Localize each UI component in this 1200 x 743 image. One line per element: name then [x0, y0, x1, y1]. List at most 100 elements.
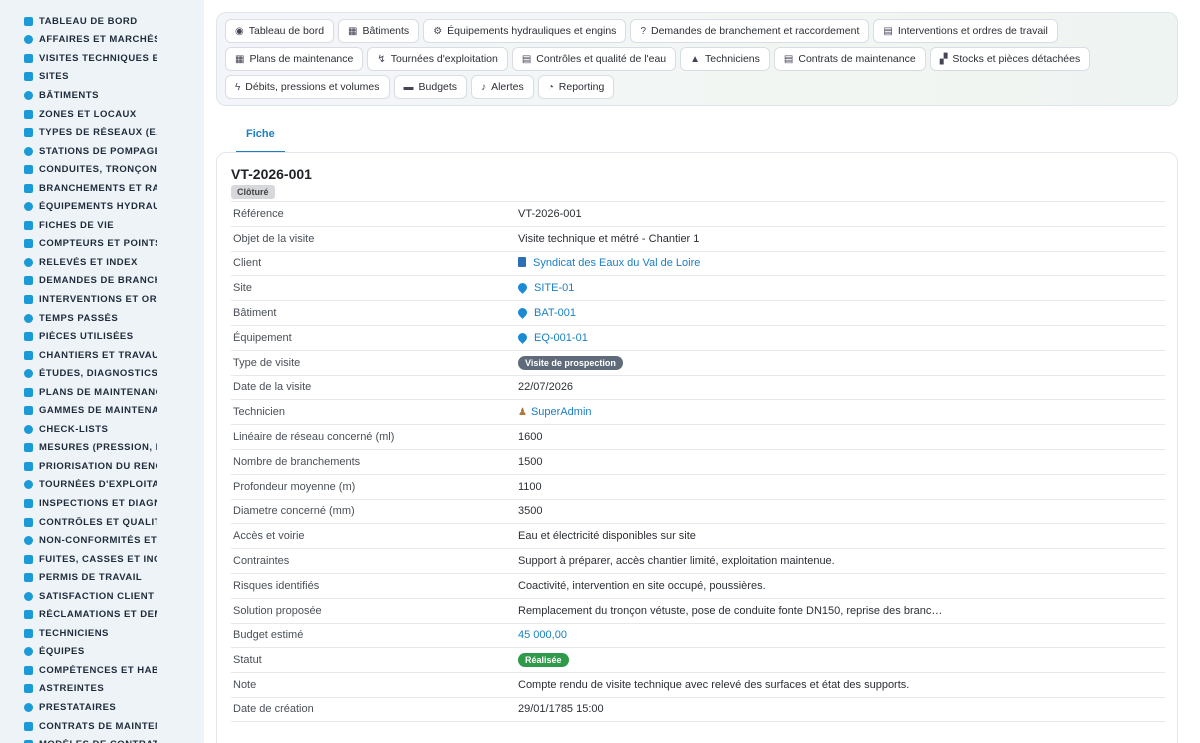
sidebar-item[interactable]: PRIORISATION DU RENOU: [0, 457, 157, 476]
menu-button[interactable]: ϟ Débits, pressions et volumes: [225, 75, 390, 99]
sidebar-item[interactable]: TECHNICIENS: [0, 624, 157, 643]
menu-button[interactable]: ◉ Tableau de bord: [225, 19, 335, 43]
sidebar-item[interactable]: TYPES DE RÉSEAUX (EAU: [0, 123, 157, 142]
certificate-icon: [24, 665, 33, 675]
sidebar-item[interactable]: COMPÉTENCES ET HABIL: [0, 661, 157, 680]
alert-circle-icon: [24, 536, 33, 546]
clock-icon: [24, 313, 33, 323]
clipboard-check-icon: ▤: [521, 53, 532, 65]
sidebar-item[interactable]: GAMMES DE MAINTENAN: [0, 401, 157, 420]
sidebar-item[interactable]: STATIONS DE POMPAGE I: [0, 142, 157, 161]
clipboard-icon: [24, 294, 33, 304]
field-link[interactable]: EQ-001-01: [534, 332, 588, 344]
sidebar-item-label: ÉQUIPEMENTS HYDRAUL: [39, 201, 157, 213]
sidebar-item[interactable]: BÂTIMENTS: [0, 86, 157, 105]
sidebar-item[interactable]: NON-CONFORMITÉS ET A: [0, 531, 157, 550]
hammer-icon: [24, 350, 33, 360]
parts-icon: [24, 332, 33, 342]
sidebar-item[interactable]: SITES: [0, 68, 157, 87]
calendar-icon: ▦: [235, 53, 245, 65]
sidebar-item[interactable]: TABLEAU DE BORD: [0, 12, 157, 31]
sidebar-item[interactable]: COMPTEURS ET POINTS I: [0, 235, 157, 254]
sidebar-item[interactable]: ÉTUDES, DIAGNOSTICS E: [0, 364, 157, 383]
menu-button[interactable]: ▦ Plans de maintenance: [225, 47, 364, 71]
field-label: Note: [233, 679, 257, 692]
sidebar-item[interactable]: ÉQUIPEMENTS HYDRAUL: [0, 197, 157, 216]
sidebar-item[interactable]: ZONES ET LOCAUX: [0, 105, 157, 124]
sidebar-item-label: ZONES ET LOCAUX: [39, 108, 137, 120]
sidebar-item[interactable]: ASTREINTES: [0, 680, 157, 699]
sidebar-item[interactable]: AFFAIRES ET MARCHÉS: [0, 31, 157, 50]
menu-button-label: Reporting: [558, 81, 605, 93]
menu-button-label: Techniciens: [705, 53, 760, 65]
sidebar-item[interactable]: MODÈLES DE CONTRATS: [0, 735, 157, 743]
field-amount: 45 000,00: [518, 629, 567, 642]
cogs-icon: ⚙: [433, 25, 443, 37]
sidebar-item-label: SATISFACTION CLIENT: [39, 590, 155, 602]
field-link[interactable]: SuperAdmin: [531, 406, 592, 418]
sidebar-item[interactable]: CHECK-LISTS: [0, 420, 157, 439]
menu-button[interactable]: ▬ Budgets: [393, 75, 468, 99]
sidebar-item-label: INTERVENTIONS ET ORDI: [39, 293, 157, 305]
field-value: Compte rendu de visite technique avec re…: [518, 679, 910, 692]
clipboard-icon: ▤: [883, 25, 893, 37]
sidebar-item[interactable]: MESURES (PRESSION, DÉ: [0, 439, 157, 458]
user-icon: ♟: [518, 407, 527, 419]
sidebar-item[interactable]: PERMIS DE TRAVAIL: [0, 568, 157, 587]
sidebar-item-label: TABLEAU DE BORD: [39, 15, 138, 27]
sidebar-item[interactable]: CONTRÔLES ET QUALITÉ: [0, 513, 157, 532]
sidebar-item[interactable]: FUITES, CASSES ET INCI: [0, 550, 157, 569]
sidebar-item-label: AFFAIRES ET MARCHÉS: [39, 34, 157, 46]
menu-button[interactable]: ♪ Alertes: [471, 75, 534, 99]
field-value: 45 000,00: [518, 629, 1165, 641]
link-icon: [24, 183, 33, 193]
menu-button[interactable]: ⚙ Équipements hydrauliques et engins: [423, 19, 627, 43]
field-value: Visite technique et métré - Chantier 1: [518, 232, 700, 245]
sidebar-item[interactable]: VISITES TECHNIQUES ET: [0, 49, 157, 68]
sidebar-item[interactable]: CHANTIERS ET TRAVAUX: [0, 346, 157, 365]
building-icon: [24, 90, 33, 100]
field-link[interactable]: BAT-001: [534, 307, 576, 319]
sidebar-item[interactable]: RÉCLAMATIONS ET DEMA: [0, 606, 157, 625]
menu-button[interactable]: ▤ Contrats de maintenance: [773, 47, 926, 71]
sidebar-item[interactable]: CONDUITES, TRONÇONS: [0, 160, 157, 179]
pin-icon: [24, 72, 33, 82]
detail-table: Référence VT-2026-001 Objet de la visite Vi…: [231, 201, 1165, 722]
detail-row: Date de la visite 22/07/2026: [231, 374, 1165, 400]
sidebar-item[interactable]: TEMPS PASSÉS: [0, 309, 157, 328]
history-icon: [24, 220, 33, 230]
detail-row: Budget estimé 45 000,00: [231, 622, 1165, 648]
sidebar-item[interactable]: INTERVENTIONS ET ORDI: [0, 290, 157, 309]
record-title: VT-2026-001: [231, 166, 312, 182]
sidebar-item[interactable]: SATISFACTION CLIENT: [0, 587, 157, 606]
menu-button[interactable]: ▦ Bâtiments: [338, 19, 420, 43]
field-link[interactable]: Syndicat des Eaux du Val de Loire: [533, 257, 700, 269]
sidebar-item-label: DEMANDES DE BRANCHE: [39, 275, 157, 287]
menu-button[interactable]: ▤ Contrôles et qualité de l'eau: [511, 47, 677, 71]
sidebar-item[interactable]: FICHES DE VIE: [0, 216, 157, 235]
menu-button[interactable]: ◔ Reporting: [537, 75, 615, 99]
sidebar-item[interactable]: TOURNÉES D'EXPLOITATI: [0, 476, 157, 495]
sidebar-item[interactable]: CONTRATS DE MAINTENA: [0, 717, 157, 736]
users-icon: [24, 647, 33, 657]
sidebar-item[interactable]: PIÈCES UTILISÉES: [0, 327, 157, 346]
menu-button[interactable]: ▲ Techniciens: [680, 47, 770, 71]
sidebar-item[interactable]: BRANCHEMENTS ET RAC: [0, 179, 157, 198]
menu-button[interactable]: ? Demandes de branchement et raccordement: [630, 19, 870, 43]
sidebar-item[interactable]: DEMANDES DE BRANCHE: [0, 272, 157, 291]
menu-button[interactable]: ↯ Tournées d'exploitation: [367, 47, 508, 71]
sidebar-item[interactable]: RELEVÉS ET INDEX: [0, 253, 157, 272]
field-link[interactable]: SITE-01: [534, 282, 574, 294]
sidebar-item[interactable]: PRESTATAIRES: [0, 698, 157, 717]
building-icon: [518, 257, 526, 268]
sidebar-item[interactable]: ÉQUIPES: [0, 643, 157, 662]
contract-icon: ▤: [783, 53, 794, 65]
field-value: BAT-001: [518, 307, 1165, 319]
menu-button[interactable]: ▞ Stocks et pièces détachées: [929, 47, 1091, 71]
menu-button-label: Demandes de branchement et raccordement: [651, 25, 860, 37]
menu-button[interactable]: ▤ Interventions et ordres de travail: [873, 19, 1058, 43]
phone-icon: [24, 684, 33, 694]
tab-fiche[interactable]: Fiche: [236, 125, 285, 153]
sidebar-item[interactable]: INSPECTIONS ET DIAGNC: [0, 494, 157, 513]
sidebar-item[interactable]: PLANS DE MAINTENANCE: [0, 383, 157, 402]
